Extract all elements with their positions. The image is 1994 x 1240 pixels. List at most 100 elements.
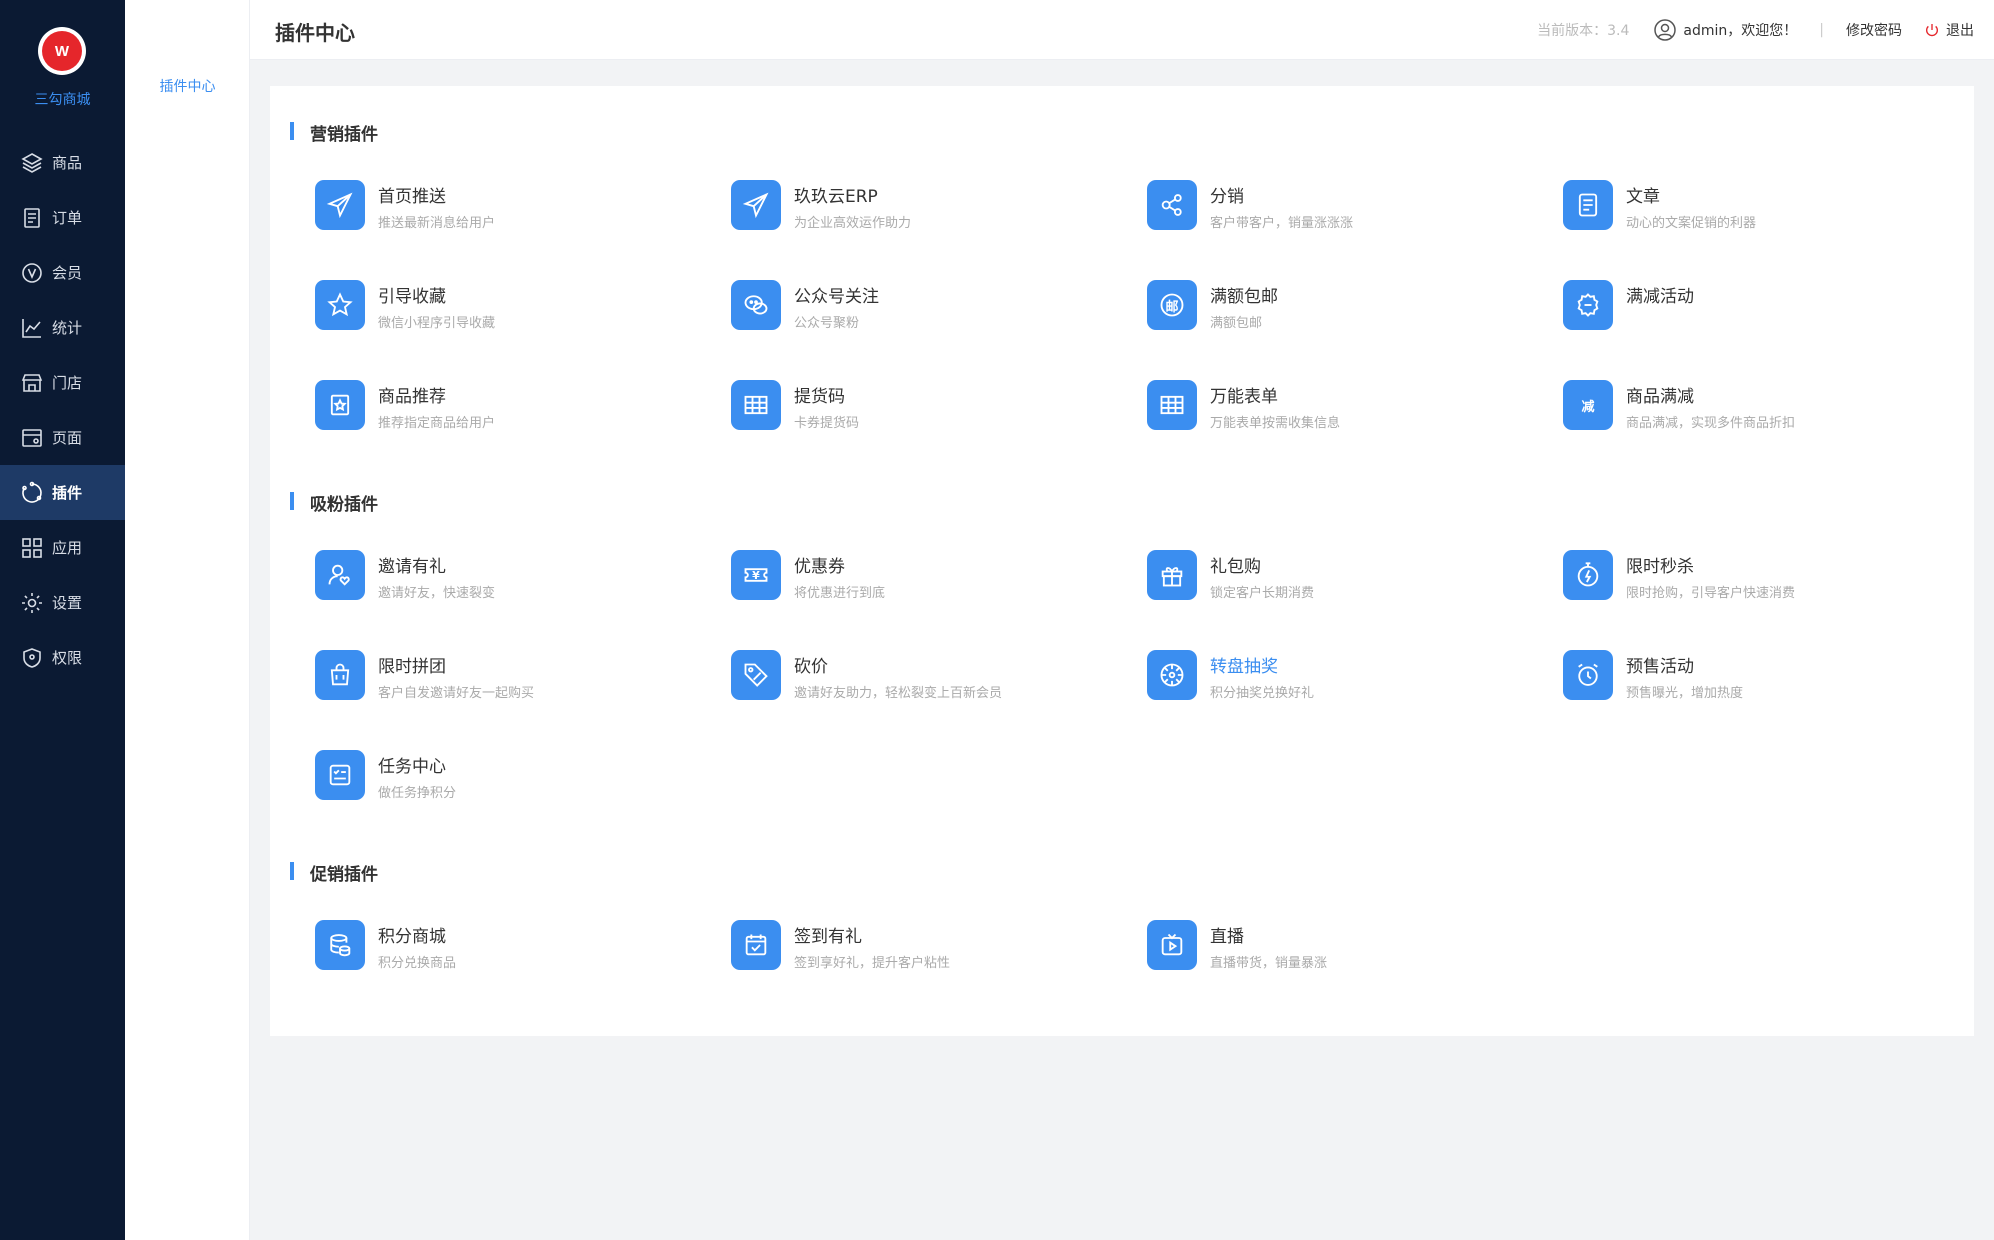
plugin-guide-favorite[interactable]: 引导收藏 微信小程序引导收藏: [315, 280, 715, 340]
plugin-name: 转盘抽奖: [1210, 657, 1278, 677]
plugin-gift-pack[interactable]: 礼包购锁定客户长期消费: [1147, 550, 1547, 610]
plugin-invite-gift[interactable]: 邀请有礼 邀请好友，快速裂变: [315, 550, 715, 610]
calendar-check-icon: [745, 934, 767, 956]
plugin-presale[interactable]: 预售活动 预售曝光，增加热度: [1563, 650, 1963, 710]
plugin-name: 公众号关注: [794, 287, 879, 307]
plugin-name: 满减活动: [1626, 287, 1694, 307]
logo-glyph: W: [42, 31, 82, 71]
plugin-desc: 将优惠进行到底: [794, 586, 886, 601]
plugin-name: 优惠券: [794, 557, 845, 577]
plugin-icon-box: [315, 920, 365, 970]
logout-label: 退出: [1946, 23, 1974, 39]
sidebar-item-permissions[interactable]: 权限: [0, 630, 125, 685]
vip-icon: [22, 262, 42, 283]
section-title-marketing: 营销插件: [290, 120, 378, 145]
sidebar-item-label: 应用: [52, 539, 83, 557]
plugin-icon-box: 邮: [1147, 280, 1197, 330]
wheel-icon: [1160, 663, 1184, 687]
tv-play-icon: [1161, 933, 1183, 956]
plugin-home-push[interactable]: 首页推送 推送最新消息给用户: [315, 180, 715, 240]
sidebar-item-statistics[interactable]: 统计: [0, 300, 125, 355]
top-header: 插件中心 当前版本：3.4 admin，欢迎您！ | 修改密码 退出: [250, 0, 1994, 60]
plugin-desc: 邀请好友，快速裂变: [378, 586, 496, 601]
sidebar-item-apps[interactable]: 应用: [0, 520, 125, 575]
sidebar-item-stores[interactable]: 门店: [0, 355, 125, 410]
sidebar-item-orders[interactable]: 订单: [0, 190, 125, 245]
plugin-desc: 商品满减，实现多件商品折扣: [1626, 416, 1796, 431]
plugin-live-stream[interactable]: 直播 直播带货，销量暴涨: [1147, 920, 1547, 980]
plugin-desc: 积分抽奖兑换好礼: [1210, 686, 1315, 701]
plugin-official-account[interactable]: 公众号关注 公众号聚粉: [731, 280, 1131, 340]
plugin-flash-sale[interactable]: 限时秒杀 限时抢购，引导客户快速消费: [1563, 550, 1963, 610]
wechat-icon: [744, 295, 768, 315]
plugin-desc: 万能表单按需收集信息: [1210, 416, 1341, 431]
plugin-icon-box: [731, 650, 781, 700]
plugin-group-buy[interactable]: 限时拼团 客户自发邀请好友一起购买: [315, 650, 715, 710]
plugin-points-mall[interactable]: 积分商城 积分兑换商品: [315, 920, 715, 980]
plugin-desc: 做任务挣积分: [378, 786, 457, 801]
document-icon: [24, 207, 40, 228]
sidebar-item-pages[interactable]: 页面: [0, 410, 125, 465]
paper-plane-icon: [742, 192, 769, 219]
sidebar-item-goods[interactable]: 商品: [0, 135, 125, 190]
user-circle-icon: [1654, 19, 1677, 41]
share-nodes-icon: [1161, 194, 1182, 216]
plugin-coupon[interactable]: ¥ 优惠券 将优惠进行到底: [731, 550, 1131, 610]
plugin-icon-box: [315, 280, 365, 330]
plugin-name: 砍价: [794, 657, 828, 677]
gift-icon: [1161, 567, 1183, 587]
plugin-desc: 锁定客户长期消费: [1210, 586, 1315, 601]
plugin-erp[interactable]: 玖玖云ERP 为企业高效运作助力: [731, 180, 1131, 240]
plugin-name: 提货码: [794, 387, 845, 407]
brand-logo[interactable]: W 三勾商城: [0, 0, 125, 130]
plugin-icon-box: [1563, 650, 1613, 700]
shield-icon: [23, 647, 41, 668]
username-label: admin，欢迎您！: [1683, 23, 1798, 39]
sidebar-item-members[interactable]: 会员: [0, 245, 125, 300]
header-actions: 当前版本：3.4 admin，欢迎您！ | 修改密码 退出: [1537, 0, 1974, 60]
plugin-wheel-lottery[interactable]: 转盘抽奖积分抽奖兑换好礼: [1147, 650, 1547, 710]
power-icon: [1926, 24, 1938, 37]
plugin-article[interactable]: 文章 动心的文案促销的利器: [1563, 180, 1963, 240]
sidebar-item-label: 页面: [52, 429, 83, 447]
plugin-product-recommend[interactable]: 商品推荐 推荐指定商品给用户: [315, 380, 715, 440]
plugin-name: 礼包购: [1210, 557, 1261, 577]
plugin-icon-box: [1147, 550, 1197, 600]
brand-name: 三勾商城: [34, 92, 91, 108]
plugin-icon-box: [1563, 180, 1613, 230]
star-icon: [327, 292, 353, 317]
plugin-name: 满额包邮: [1210, 287, 1278, 307]
paper-plane-icon: [326, 192, 353, 219]
sidebar-item-settings[interactable]: 设置: [0, 575, 125, 630]
plugin-distribution[interactable]: 分销 客户带客户，销量涨涨涨: [1147, 180, 1547, 240]
store-icon: [21, 373, 43, 392]
plugin-name: 引导收藏: [378, 287, 446, 307]
plugin-task-center[interactable]: 任务中心做任务挣积分: [315, 750, 715, 810]
sidebar-item-plugins[interactable]: 插件: [0, 465, 125, 520]
plugin-icon-box: [731, 920, 781, 970]
plugin-desc: 直播带货，销量暴涨: [1210, 956, 1328, 971]
logout-button[interactable]: 退出: [1924, 20, 1974, 40]
coins-icon: [330, 934, 351, 957]
plugin-desc: 动心的文案促销的利器: [1626, 216, 1757, 231]
plugin-universal-form[interactable]: 万能表单万能表单按需收集信息: [1147, 380, 1547, 440]
page-icon: [22, 428, 42, 447]
plugin-desc: 预售曝光，增加热度: [1626, 686, 1744, 701]
submenu-item-plugin-center[interactable]: 插件中心: [125, 76, 250, 96]
layers-icon: [21, 152, 43, 173]
plugin-free-shipping[interactable]: 邮 满额包邮 满额包邮: [1147, 280, 1547, 340]
change-password-link[interactable]: 修改密码: [1846, 20, 1902, 40]
plugin-bargain[interactable]: 砍价 邀请好友助力，轻松裂变上百新会员: [731, 650, 1131, 710]
version-label: 当前版本：3.4: [1537, 23, 1630, 39]
plugin-desc: 推荐指定商品给用户: [378, 416, 496, 431]
plugin-panel: 营销插件 首页推送 推送最新消息给用户 玖玖云ERP 为企业高效运作助力 分销 客户带…: [270, 86, 1974, 1036]
plugin-full-reduction[interactable]: 满减活动: [1563, 280, 1963, 340]
user-greeting[interactable]: admin，欢迎您！: [1653, 18, 1797, 42]
plugin-pickup-code[interactable]: 提货码 卡券提货码: [731, 380, 1131, 440]
plugin-check-in[interactable]: 签到有礼 签到享好礼，提升客户粘性: [731, 920, 1131, 980]
recommend-icon: [330, 394, 350, 416]
plugin-name: 万能表单: [1210, 387, 1278, 407]
plugin-product-reduction[interactable]: 减 商品满减 商品满减，实现多件商品折扣: [1563, 380, 1963, 440]
sidebar-nav: 商品 订单 会员 统计 门店 页面 插件 应用 设置 权限: [0, 135, 125, 685]
plugin-name: 任务中心: [378, 757, 446, 777]
